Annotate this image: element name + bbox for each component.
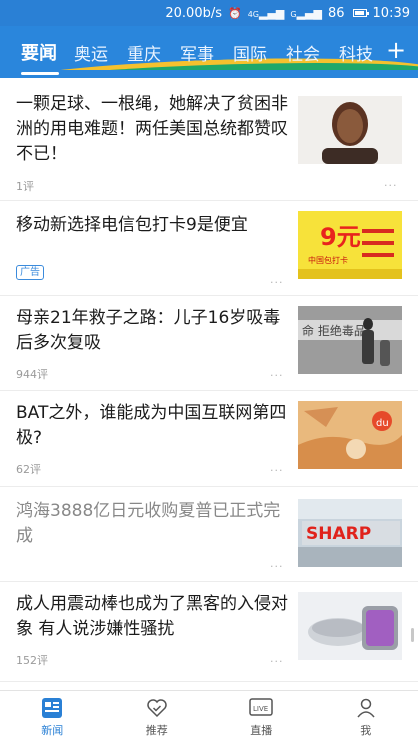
more-options-icon[interactable]: ... [270,652,284,665]
thumb-brand-text: SHARP [306,524,371,544]
channel-tab-bar: 要闻 奥运 重庆 军事 国际 社会 科技 + [0,26,418,78]
ad-badge: 广告 [16,265,44,280]
battery-percent: 86 [327,5,345,21]
nav-label: 我 [360,724,372,737]
tab-military[interactable]: 军事 [180,40,233,65]
person-icon [357,698,375,718]
tab-headlines[interactable]: 要闻 [21,39,74,75]
news-thumbnail [298,592,402,660]
news-thumbnail: du [298,401,402,469]
comment-count: 1评 [16,180,34,193]
clock: 10:39 [372,5,410,21]
news-item-ad[interactable]: 移动新选择电信包打卡9是便宜 广告 ... 9元 中国包打卡 [0,201,418,296]
news-list: 一颗足球、一根绳，她解决了贫困非洲的用电难题！两任美国总统都赞叹不已！ 1评 .… [0,86,418,682]
tab-olympics[interactable]: 奥运 [74,40,127,65]
ad-thumbnail: 9元 中国包打卡 [298,211,402,279]
news-item[interactable]: 成人用震动棒也成为了黑客的入侵对象 有人说涉嫌性骚扰 152评 ... [0,582,418,682]
comment-count: 944评 [16,368,48,381]
news-item[interactable]: 鸿海3888亿日元收购夏普已正式完成 ... SHARP [0,487,418,582]
news-item[interactable]: 一颗足球、一根绳，她解决了贫困非洲的用电难题！两任美国总统都赞叹不已！ 1评 .… [0,86,418,201]
signal-4g-icon: 4G▂▄▆ [247,6,285,20]
add-channel-button[interactable]: + [384,36,408,64]
nav-label: 新闻 [41,724,64,737]
battery-icon [352,9,369,17]
news-title: 母亲21年救子之路：儿子16岁吸毒后多次复吸 [16,308,281,353]
alarm-icon: ⏰ [228,6,242,20]
network-speed: 20.00b/s [165,5,222,21]
channel-tabs: 要闻 奥运 重庆 军事 国际 社会 科技 [0,26,392,78]
tab-chongqing[interactable]: 重庆 [127,40,180,65]
news-title: 移动新选择电信包打卡9是便宜 [16,215,248,235]
ad-thumb-big-text: 9元 [320,223,361,251]
news-thumbnail: SHARP [298,499,402,567]
tab-society[interactable]: 社会 [286,40,339,65]
bottom-navigation: 新闻 推荐 LIVE 直播 我 [0,690,418,743]
heart-check-icon [147,699,167,718]
live-tv-icon: LIVE [249,698,273,716]
news-item[interactable]: BAT之外，谁能成为中国互联网第四极? 62评 ... du [0,391,418,487]
more-options-icon[interactable]: ... [270,461,284,474]
tab-international[interactable]: 国际 [233,40,286,65]
signal-g-icon: G▂▄▆ [290,6,322,20]
status-bar: 20.00b/s ⏰ 4G▂▄▆ G▂▄▆ 86 10:39 [0,0,418,26]
news-item[interactable]: 母亲21年救子之路：儿子16岁吸毒后多次复吸 944评 ... 命 拒绝毒品 [0,296,418,391]
news-icon [42,698,63,718]
more-options-icon[interactable]: ... [270,557,284,570]
svg-text:LIVE: LIVE [253,705,268,713]
more-options-icon[interactable]: ... [270,273,284,286]
news-title: 鸿海3888亿日元收购夏普已正式完成 [16,501,281,546]
nav-live[interactable]: LIVE 直播 [209,691,314,743]
nav-me[interactable]: 我 [314,691,418,743]
more-options-icon[interactable]: ... [384,176,398,189]
thumb-logo-text: du [376,418,389,429]
ad-thumb-small-text: 中国包打卡 [308,255,348,265]
nav-label: 直播 [250,724,273,737]
nav-label: 推荐 [145,724,168,737]
scroll-indicator[interactable] [411,628,414,642]
comment-count: 152评 [16,654,48,667]
nav-news[interactable]: 新闻 [0,691,105,743]
news-title: BAT之外，谁能成为中国互联网第四极? [16,403,287,448]
comment-count: 62评 [16,463,41,476]
thumb-banner-text: 命 拒绝毒品 [302,323,366,338]
nav-recommend[interactable]: 推荐 [105,691,210,743]
news-title: 一颗足球、一根绳，她解决了贫困非洲的用电难题！两任美国总统都赞叹不已！ [16,94,288,164]
more-options-icon[interactable]: ... [270,366,284,379]
news-title: 成人用震动棒也成为了黑客的入侵对象 有人说涉嫌性骚扰 [16,594,288,639]
news-thumbnail [298,96,402,164]
news-thumbnail: 命 拒绝毒品 [298,306,402,374]
